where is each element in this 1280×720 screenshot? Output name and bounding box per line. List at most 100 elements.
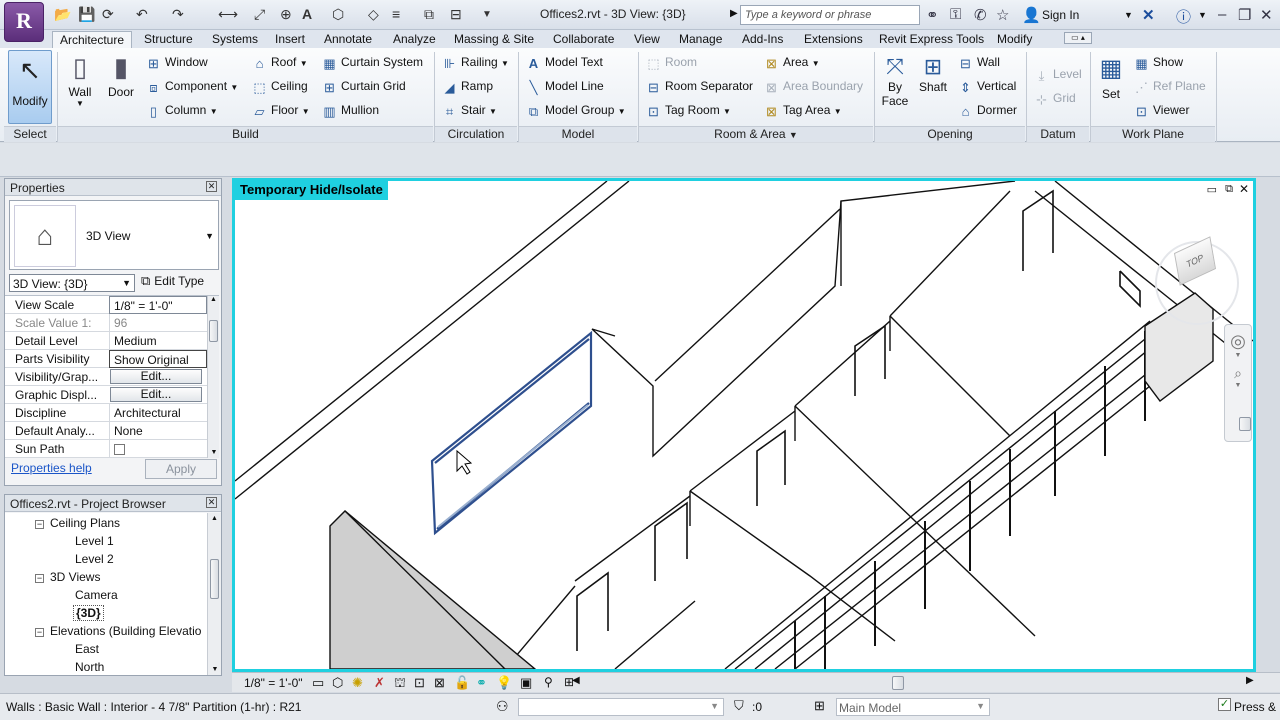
close-icon[interactable]: ✕ (206, 181, 217, 192)
floor-button[interactable]: ▱ Floor ▼ (252, 103, 310, 119)
tree-item-3d-active[interactable]: {3D} (73, 605, 104, 621)
design-option-select[interactable]: Main Model ▼ (836, 698, 990, 716)
close-hidden-icon[interactable]: ⧉ (424, 6, 434, 23)
tab-collaborate[interactable]: Collaborate (546, 31, 621, 48)
3d-view-icon[interactable]: ⬡ (332, 6, 344, 23)
tab-structure[interactable]: Structure (137, 31, 200, 48)
building-model-drawing[interactable] (235, 181, 1253, 669)
user-icon[interactable]: 👤 (1022, 6, 1041, 24)
apply-button[interactable]: Apply (145, 459, 217, 479)
help-icon[interactable]: ⓘ (1176, 6, 1191, 27)
measure-icon[interactable]: ⟷ (218, 6, 238, 23)
close-icon[interactable]: ✕ (1260, 6, 1273, 24)
door-button[interactable]: ▮ Door (104, 52, 138, 99)
ref-plane-button[interactable]: ⋰ Ref Plane (1134, 79, 1206, 95)
filter-icon[interactable]: ⛉ (734, 698, 744, 714)
viewer-button[interactable]: ⊡ Viewer (1134, 103, 1189, 119)
detail-level-select[interactable]: Medium (109, 332, 207, 350)
dimension-icon[interactable]: ⤢ (254, 6, 265, 23)
tab-extensions[interactable]: Extensions (797, 31, 870, 48)
tab-analyze[interactable]: Analyze (386, 31, 443, 48)
scroll-up-icon[interactable]: ▲ (208, 296, 219, 303)
view-scroll-thumb[interactable] (1239, 417, 1251, 431)
temporary-properties-icon[interactable]: ▣ (520, 675, 532, 691)
expand-arrow-icon[interactable]: ▶ (730, 8, 738, 19)
vertical-opening-button[interactable]: ⇕ Vertical (958, 79, 1016, 95)
minimize-icon[interactable]: – (1218, 6, 1226, 23)
view-scale-input[interactable]: 1/8" = 1'-0" (109, 296, 207, 314)
detail-level-icon[interactable]: ▭ (312, 675, 324, 691)
show-work-plane-button[interactable]: ▦ Show (1134, 55, 1183, 71)
tab-systems[interactable]: Systems (205, 31, 265, 48)
roof-button[interactable]: ⌂ Roof ▼ (252, 55, 308, 71)
exchange-icon[interactable]: ✕ (1142, 6, 1155, 24)
room-button[interactable]: ⬚ Room (646, 55, 697, 71)
view-scale-button[interactable]: 1/8" = 1'-0" (244, 676, 303, 690)
design-options-icon[interactable]: ⊞ (814, 698, 825, 714)
collapse-box-icon[interactable]: − (35, 520, 44, 529)
press-drag-checkbox[interactable]: ✓ (1218, 698, 1231, 711)
binoculars-icon[interactable]: ⚭ (926, 6, 939, 24)
ceiling-button[interactable]: ⬚ Ceiling (252, 79, 307, 95)
area-boundary-button[interactable]: ⊠ Area Boundary (764, 79, 863, 95)
railing-button[interactable]: ⊪ Railing ▼ (442, 55, 509, 71)
viewbar-scroll-left-icon[interactable]: ◀ (572, 675, 580, 686)
browser-scrollbar[interactable]: ▲ ▼ (207, 513, 221, 675)
reveal-hidden-icon[interactable]: 💡 (496, 675, 512, 691)
tab-revit-express-tools[interactable]: Revit Express Tools (872, 31, 991, 48)
workset-select[interactable]: ▼ (518, 698, 724, 716)
undo-icon[interactable]: ↶ (136, 6, 148, 23)
sun-path-checkbox[interactable] (114, 444, 125, 455)
scroll-down-icon[interactable]: ▼ (208, 666, 221, 673)
scroll-thumb[interactable] (209, 320, 218, 342)
stair-button[interactable]: ⌗ Stair ▼ (442, 103, 497, 119)
search-input[interactable]: Type a keyword or phrase (740, 5, 920, 25)
curtain-system-button[interactable]: ▦ Curtain System (322, 55, 423, 71)
tree-item-elevations[interactable]: − Elevations (Building Elevatio (35, 624, 201, 638)
model-group-button[interactable]: ⧉ Model Group ▼ (526, 103, 626, 119)
3d-view-canvas[interactable]: ▭ ⧉ ✕ TOP ◎ ▼ ⌕ ▼ (232, 178, 1256, 672)
panel-title-select[interactable]: Select (4, 126, 56, 142)
wall-button[interactable]: ▯ Wall ▼ (62, 52, 98, 108)
tag-icon[interactable]: ⊕ (280, 6, 292, 23)
maximize-icon[interactable]: ❐ (1238, 6, 1251, 24)
level-button[interactable]: ⤓ Level (1034, 67, 1082, 83)
collapse-box-icon[interactable]: − (35, 574, 44, 583)
edit-type-button[interactable]: ⧉ Edit Type (141, 273, 204, 289)
qat-dropdown-icon[interactable]: ▼ (482, 9, 492, 20)
hide-isolate-icon[interactable]: ⚭ (476, 675, 487, 691)
panel-title-room-area[interactable]: Room & Area ▼ (639, 126, 873, 142)
horizontal-scroll-thumb[interactable] (892, 676, 904, 690)
close-icon[interactable]: ✕ (206, 497, 217, 508)
tab-architecture[interactable]: Architecture (52, 31, 133, 48)
properties-help-link[interactable]: Properties help (11, 461, 92, 475)
prop-row-discipline[interactable]: Discipline Architectural (5, 404, 207, 422)
window-button[interactable]: ⊞ Window (146, 55, 208, 71)
wall-opening-button[interactable]: ⊟ Wall (958, 55, 1000, 71)
graphic-display-edit-button[interactable]: Edit... (110, 387, 202, 402)
component-button[interactable]: ⧈ Component ▼ (146, 79, 238, 95)
thin-lines-icon[interactable]: ≡ (392, 6, 400, 22)
save-icon[interactable]: 💾 (78, 6, 95, 23)
type-selector[interactable]: ⌂ 3D View ▼ (9, 200, 219, 270)
dormer-button[interactable]: ⌂ Dormer (958, 103, 1017, 119)
ribbon-minimize-button[interactable]: ▭ ▴ (1064, 32, 1092, 44)
scroll-up-icon[interactable]: ▲ (208, 515, 221, 522)
crop-region-icon[interactable]: ⊠ (434, 675, 445, 691)
modify-button[interactable]: ↖ Modify (8, 50, 52, 124)
worksharing-icon[interactable]: ⚇ (496, 698, 509, 715)
prop-row-view-scale[interactable]: View Scale 1/8" = 1'-0" (5, 296, 207, 314)
communication-icon[interactable]: ✆ (974, 6, 987, 24)
show-constraints-icon[interactable]: ⚲ (544, 675, 553, 689)
sign-in-dropdown-icon[interactable]: ▼ (1124, 10, 1133, 20)
properties-scrollbar[interactable]: ▲ ▼ (207, 296, 219, 458)
help-dropdown-icon[interactable]: ▼ (1198, 10, 1207, 20)
set-work-plane-button[interactable]: ▦ Set (1094, 54, 1128, 101)
prop-row-visibility-graphics[interactable]: Visibility/Grap... Edit... (5, 368, 207, 386)
curtain-grid-button[interactable]: ⊞ Curtain Grid (322, 79, 406, 95)
unlock-view-icon[interactable]: 🔓 (454, 675, 470, 691)
shaft-button[interactable]: ⊞ Shaft (914, 54, 952, 94)
scroll-thumb[interactable] (210, 559, 219, 599)
visual-style-icon[interactable]: ⬡ (332, 675, 343, 691)
discipline-select[interactable]: Architectural (109, 404, 207, 422)
